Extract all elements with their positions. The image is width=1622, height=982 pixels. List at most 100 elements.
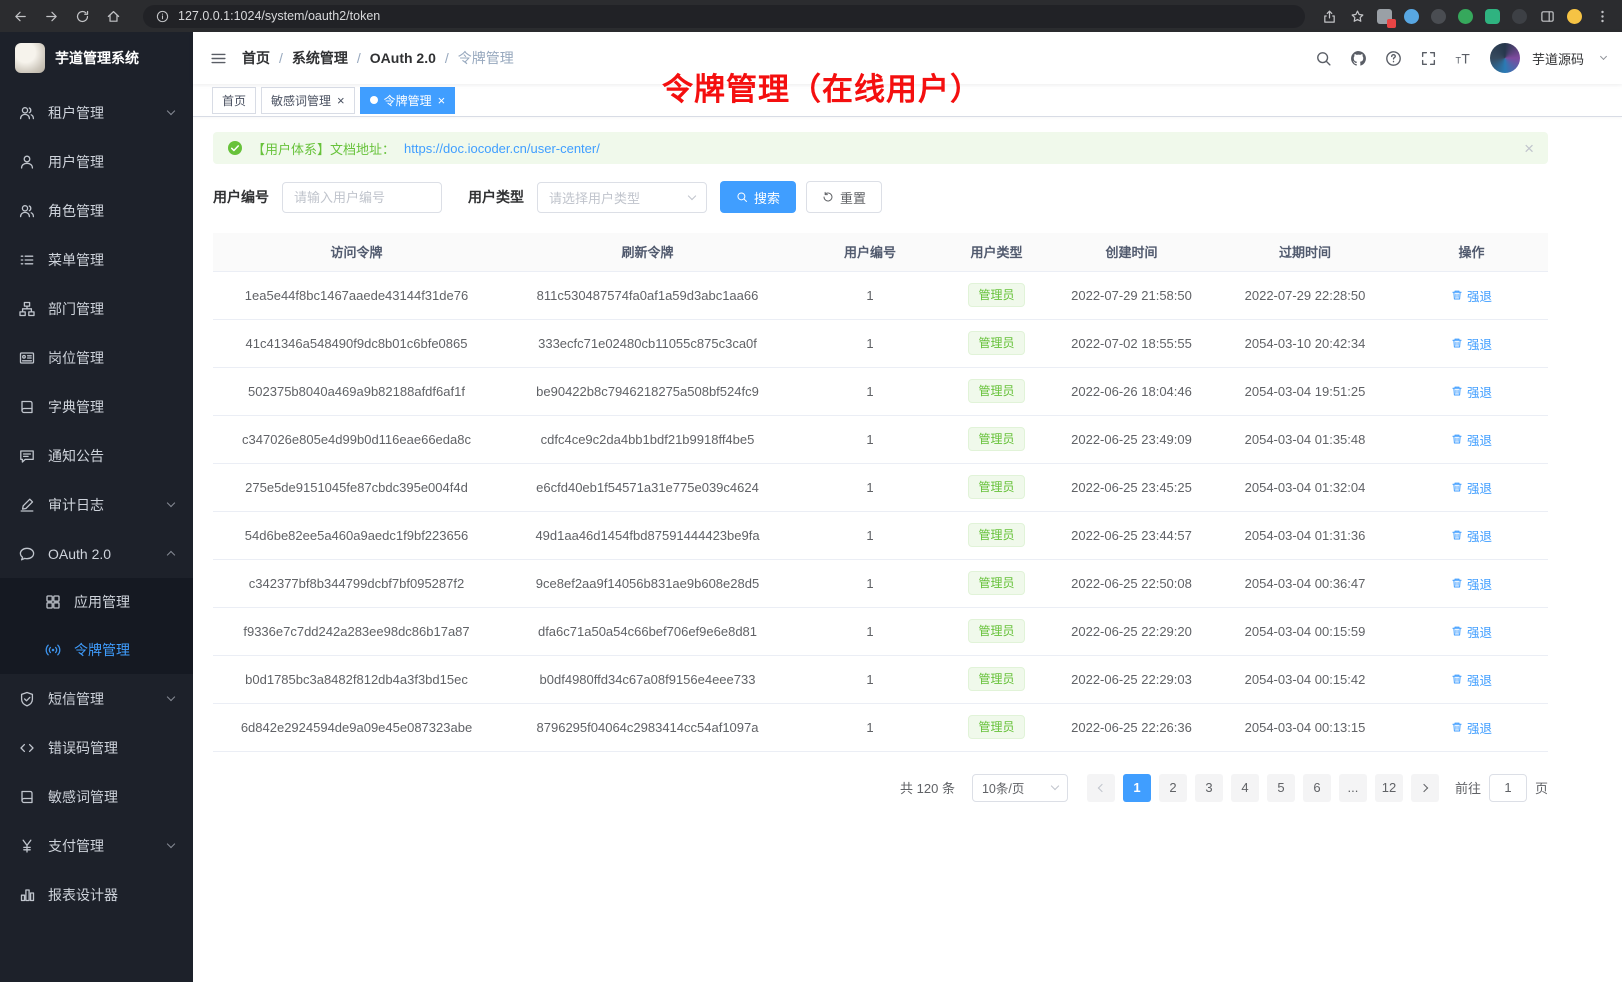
force-logout-button[interactable]: 强退 <box>1451 382 1492 401</box>
goto-page-input[interactable] <box>1489 774 1527 802</box>
search-icon[interactable] <box>1315 49 1333 67</box>
sidebar-item-dept[interactable]: 部门管理 <box>0 284 193 333</box>
url-bar[interactable]: 127.0.0.1:1024/system/oauth2/token <box>143 5 1305 28</box>
tab-close-icon[interactable]: × <box>438 94 446 107</box>
side-panel-icon[interactable] <box>1539 8 1555 24</box>
tabs-bar: 首页敏感词管理×令牌管理× <box>193 84 1622 117</box>
user-avatar[interactable] <box>1490 43 1520 73</box>
sidebar-item-pay[interactable]: 支付管理 <box>0 821 193 870</box>
force-logout-button[interactable]: 强退 <box>1451 718 1492 737</box>
reset-button[interactable]: 重置 <box>806 181 882 213</box>
extension-dark-icon[interactable] <box>1431 9 1446 24</box>
force-logout-button[interactable]: 强退 <box>1451 574 1492 593</box>
user-type-select[interactable]: 请选择用户类型 <box>537 182 707 213</box>
page-button-1[interactable]: 1 <box>1123 774 1151 802</box>
extension-blue-icon[interactable] <box>1404 9 1419 24</box>
sidebar-item-dict[interactable]: 字典管理 <box>0 382 193 431</box>
column-header[interactable]: 访问令牌 <box>213 233 500 271</box>
sidebar-item-role[interactable]: 角色管理 <box>0 186 193 235</box>
page-size-select[interactable]: 10条/页 <box>972 774 1068 802</box>
help-icon[interactable] <box>1385 49 1403 67</box>
reload-icon[interactable] <box>74 8 90 24</box>
home-icon[interactable] <box>105 8 121 24</box>
prev-page-button[interactable] <box>1087 774 1115 802</box>
tab-token[interactable]: 令牌管理× <box>360 87 456 114</box>
sidebar-item-user[interactable]: 用户管理 <box>0 137 193 186</box>
sidebar-item-oauth2-token[interactable]: 令牌管理 <box>0 626 193 674</box>
column-header[interactable]: 用户类型 <box>945 233 1048 271</box>
site-info-icon[interactable] <box>154 8 170 24</box>
page-ellipsis[interactable]: ... <box>1339 774 1367 802</box>
page-button-4[interactable]: 4 <box>1231 774 1259 802</box>
chevron-down-icon[interactable] <box>1600 53 1607 60</box>
chat-icon <box>19 546 35 562</box>
search-button[interactable]: 搜索 <box>720 181 796 213</box>
page-button-5[interactable]: 5 <box>1267 774 1295 802</box>
breadcrumb-item[interactable]: OAuth 2.0 <box>370 50 436 66</box>
share-icon[interactable] <box>1321 8 1337 24</box>
github-icon[interactable] <box>1350 49 1368 67</box>
force-logout-button[interactable]: 强退 <box>1451 670 1492 689</box>
cell-user-type: 管理员 <box>945 655 1048 703</box>
page-buttons: 123456...12 <box>1123 774 1403 802</box>
sidebar-item-sms[interactable]: 短信管理 <box>0 674 193 723</box>
page-button-6[interactable]: 6 <box>1303 774 1331 802</box>
browser-profile-avatar[interactable] <box>1567 9 1582 24</box>
back-icon[interactable] <box>12 8 28 24</box>
breadcrumb-item[interactable]: 首页 <box>242 48 270 68</box>
tab-label: 首页 <box>222 92 246 109</box>
app-logo[interactable]: 芋道管理系统 <box>0 32 193 84</box>
breadcrumb-item[interactable]: 令牌管理 <box>458 48 514 68</box>
fullscreen-icon[interactable] <box>1420 49 1438 67</box>
page-button-12[interactable]: 12 <box>1375 774 1403 802</box>
sidebar-toggle-icon[interactable] <box>209 49 227 67</box>
column-header[interactable]: 刷新令牌 <box>500 233 795 271</box>
extension-puzzle-icon[interactable] <box>1485 9 1500 24</box>
breadcrumb-item[interactable]: 系统管理 <box>292 48 348 68</box>
column-header[interactable]: 过期时间 <box>1215 233 1395 271</box>
user-id-input[interactable] <box>282 182 442 213</box>
sidebar-item-report-designer[interactable]: 报表设计器 <box>0 870 193 919</box>
sidebar-item-post[interactable]: 岗位管理 <box>0 333 193 382</box>
sidebar-item-oauth2-application[interactable]: 应用管理 <box>0 578 193 626</box>
tab-sensitive-word[interactable]: 敏感词管理× <box>261 87 355 114</box>
cell-expires-at: 2054-03-04 00:15:59 <box>1215 607 1395 655</box>
column-header[interactable]: 用户编号 <box>795 233 945 271</box>
sidebar-item-oauth2[interactable]: OAuth 2.0 <box>0 529 193 578</box>
next-page-button[interactable] <box>1411 774 1439 802</box>
extension-green-icon[interactable] <box>1458 9 1473 24</box>
extension-paw-icon[interactable] <box>1512 9 1527 24</box>
bookmark-star-icon[interactable] <box>1349 8 1365 24</box>
font-size-icon[interactable]: TT <box>1455 49 1473 67</box>
force-logout-button[interactable]: 强退 <box>1451 334 1492 353</box>
alert-doc-link[interactable]: https://doc.iocoder.cn/user-center/ <box>404 141 600 156</box>
column-header[interactable]: 操作 <box>1395 233 1548 271</box>
force-logout-button[interactable]: 强退 <box>1451 478 1492 497</box>
user-type-tag: 管理员 <box>968 715 1024 739</box>
alert-close-icon[interactable]: × <box>1524 140 1534 157</box>
browser-menu-icon[interactable] <box>1594 8 1610 24</box>
column-header[interactable]: 创建时间 <box>1048 233 1215 271</box>
user-type-tag: 管理员 <box>968 667 1024 691</box>
sidebar-item-tenant[interactable]: 租户管理 <box>0 88 193 137</box>
user-name[interactable]: 芋道源码 <box>1532 49 1584 68</box>
page-button-2[interactable]: 2 <box>1159 774 1187 802</box>
force-logout-button[interactable]: 强退 <box>1451 526 1492 545</box>
extensions-badge-icon[interactable] <box>1377 9 1392 24</box>
cell-actions: 强退 <box>1395 511 1548 559</box>
sidebar-item-error-code[interactable]: 错误码管理 <box>0 723 193 772</box>
force-logout-button[interactable]: 强退 <box>1451 430 1492 449</box>
sidebar-item-sensitive-word[interactable]: 敏感词管理 <box>0 772 193 821</box>
sidebar-item-audit-log[interactable]: 审计日志 <box>0 480 193 529</box>
sidebar-item-notice[interactable]: 通知公告 <box>0 431 193 480</box>
force-logout-button[interactable]: 强退 <box>1451 286 1492 305</box>
tab-close-icon[interactable]: × <box>337 94 345 107</box>
cell-user-type: 管理员 <box>945 319 1048 367</box>
forward-icon[interactable] <box>43 8 59 24</box>
refresh-icon <box>822 191 834 203</box>
sidebar: 芋道管理系统 租户管理用户管理角色管理菜单管理部门管理岗位管理字典管理通知公告审… <box>0 32 193 982</box>
force-logout-button[interactable]: 强退 <box>1451 622 1492 641</box>
tab-home[interactable]: 首页 <box>212 87 256 114</box>
page-button-3[interactable]: 3 <box>1195 774 1223 802</box>
sidebar-item-menu[interactable]: 菜单管理 <box>0 235 193 284</box>
